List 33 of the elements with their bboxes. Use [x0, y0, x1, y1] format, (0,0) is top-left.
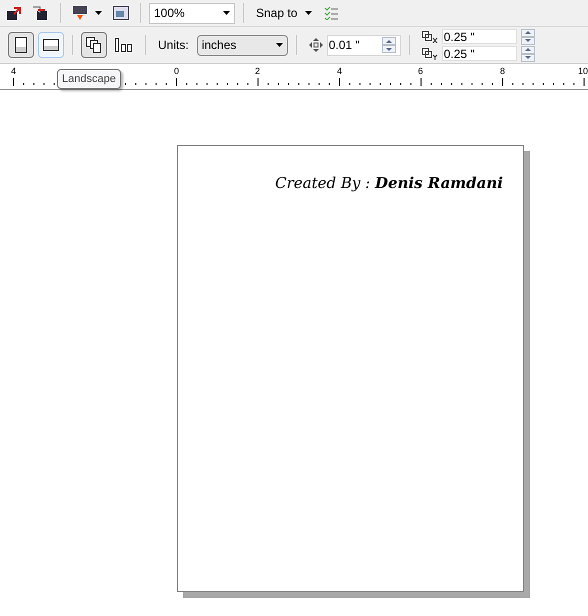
ruler-label: 2: [255, 66, 260, 76]
orientation-button[interactable]: [38, 32, 64, 58]
units-dropdown[interactable]: inches: [196, 34, 288, 56]
zoom-dropdown[interactable]: 100%: [149, 2, 235, 24]
ruler-label: 4: [337, 66, 342, 76]
dropdown-caret-icon: [276, 43, 283, 47]
y-spin-buttons[interactable]: [520, 46, 535, 62]
units-label: Units:: [158, 37, 189, 54]
dropdown-caret-icon: [305, 11, 312, 15]
ruler-label: 0: [174, 66, 180, 76]
author-credit: Created By : Denis Ramdani: [275, 173, 503, 194]
ruler-label: 4: [11, 66, 16, 76]
dropdown-caret-icon: [223, 11, 230, 15]
orientation-button[interactable]: [8, 32, 34, 58]
page-layout-button[interactable]: [81, 32, 107, 58]
snap-to-button[interactable]: Snap to: [252, 2, 316, 24]
duplicate-y-field[interactable]: 0.25 ": [442, 46, 517, 61]
spin-buttons[interactable]: [382, 37, 396, 53]
duplicate-x-icon: [422, 30, 438, 42]
nudge-field[interactable]: 0.01 ": [326, 34, 401, 56]
ruler-label: 10: [578, 66, 588, 76]
ruler-label: 6: [418, 66, 424, 76]
move-arrows-icon: [308, 38, 323, 52]
duplicate-y-icon: [422, 48, 438, 60]
ruler-label: 8: [500, 66, 506, 76]
duplicate-x-field[interactable]: 0.25 ": [442, 29, 517, 44]
dropdown-caret-icon: [95, 11, 102, 15]
landscape-page-icon: [43, 39, 59, 51]
x-spin-buttons[interactable]: [520, 28, 535, 44]
tooltip: Landscape: [57, 69, 121, 89]
stacked-pages-icon: [86, 37, 102, 53]
portrait-page-icon: [15, 37, 27, 53]
page-bars-icon: [115, 38, 133, 52]
